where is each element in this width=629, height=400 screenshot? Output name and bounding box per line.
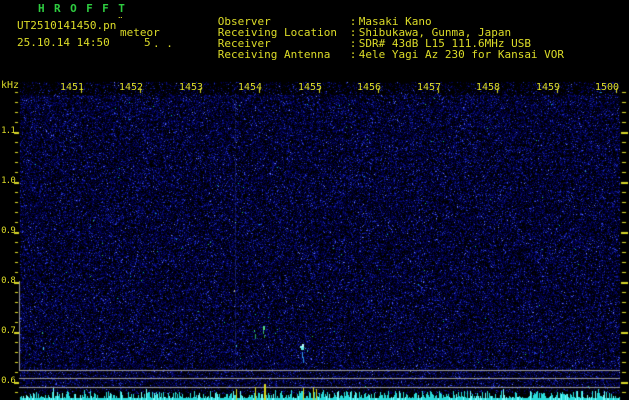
time-tick-label-1452: 1452 bbox=[119, 82, 144, 93]
time-tick-label-1453: 1453 bbox=[179, 82, 204, 93]
time-tick-label-1458: 1458 bbox=[476, 82, 501, 93]
frame-datetime: 25.10.14 14:50 bbox=[17, 36, 110, 49]
info-colon: : bbox=[349, 48, 357, 61]
time-tick-label-1456: 1456 bbox=[357, 82, 382, 93]
info-value: 4ele Yagi Az 230 for Kansai VOR bbox=[358, 48, 565, 61]
freq-tick-label-0.6: 0.6 bbox=[1, 376, 16, 386]
freq-tick-label-0.7: 0.7 bbox=[1, 326, 16, 336]
time-tick-label-1500: 1500 bbox=[595, 82, 620, 93]
time-tick-label-1455: 1455 bbox=[298, 82, 323, 93]
freq-tick-label-0.9: 0.9 bbox=[1, 226, 16, 236]
time-tick-label-1454: 1454 bbox=[238, 82, 263, 93]
time-tick-label-1459: 1459 bbox=[536, 82, 561, 93]
app-title: H R O F F T bbox=[38, 2, 127, 15]
info-label: Receiving Antenna bbox=[217, 48, 331, 61]
time-tick-label-1457: 1457 bbox=[417, 82, 442, 93]
freq-tick-label-1.0: 1.0 bbox=[1, 176, 16, 186]
station-info: Observer: Masaki Kano Receiving Location:… bbox=[178, 5, 564, 60]
freq-tick-label-1.1: 1.1 bbox=[1, 126, 16, 136]
frame-filename: UT2510141450.pn bbox=[17, 19, 117, 32]
cursor-dots: . . bbox=[153, 37, 173, 50]
hrofft-screen: H R O F F T UT2510141450.pn ¨ meteor 25.… bbox=[0, 0, 629, 400]
info-row-observer: Observer: Masaki Kano bbox=[178, 5, 564, 27]
echo-count: 5 bbox=[144, 36, 151, 49]
time-tick-label-1451: 1451 bbox=[60, 82, 85, 93]
freq-axis-unit: kHz bbox=[1, 80, 20, 91]
freq-tick-label-0.8: 0.8 bbox=[1, 276, 16, 286]
